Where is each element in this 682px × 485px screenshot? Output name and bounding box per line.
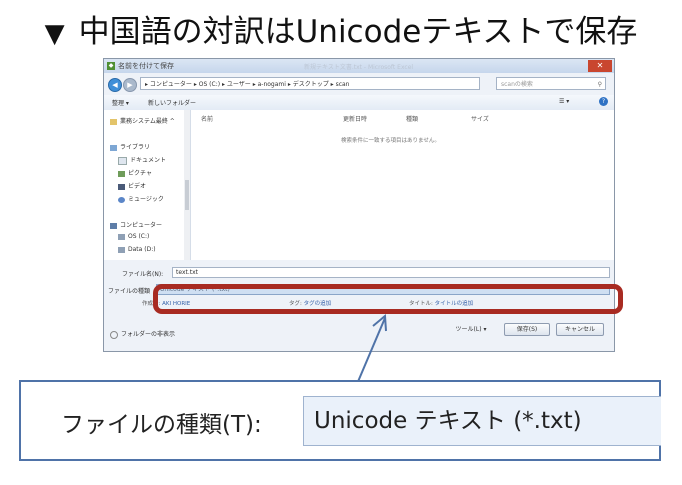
folder-icon xyxy=(110,118,117,125)
search-input[interactable]: scanの検索 ⚲ xyxy=(496,77,606,90)
nav-item-music[interactable]: ミュージック xyxy=(118,194,164,203)
address-bar-row: ◀ ▶ ▸ コンピューター ▸ OS (C:) ▸ ユーザー ▸ a-nogam… xyxy=(104,73,614,95)
address-input[interactable]: ▸ コンピューター ▸ OS (C:) ▸ ユーザー ▸ a-nogami ▸ … xyxy=(140,77,480,90)
filetype-label: ファイルの種類 xyxy=(108,288,151,295)
video-icon xyxy=(118,183,125,190)
nav-item-drive-c[interactable]: OS (C:) xyxy=(118,233,149,240)
zoom-filetype-label: ファイルの種類(T): xyxy=(61,412,262,438)
empty-message: 検索条件に一致する項目はありません。 xyxy=(341,138,440,144)
column-header-name[interactable]: 名前 xyxy=(201,114,213,123)
dialog-title: 名前を付けて保存 xyxy=(118,62,174,70)
back-button[interactable]: ◀ xyxy=(108,78,122,92)
highlight-frame xyxy=(153,284,623,314)
nav-scrollbar[interactable] xyxy=(184,110,190,260)
nav-item-library[interactable]: ライブラリ xyxy=(110,142,150,151)
forward-arrow-icon: ▶ xyxy=(127,81,133,89)
title-bar[interactable]: ◆ 名前を付けて保存 新規テキスト文書.txt - Microsoft Exce… xyxy=(104,59,614,73)
file-list: 名前 更新日時 種類 サイズ 検索条件に一致する項目はありません。 xyxy=(191,110,614,260)
hide-folders-toggle[interactable]: フォルダーの非表示 xyxy=(110,329,175,339)
help-icon[interactable]: ? xyxy=(599,97,608,106)
heading-text: 中国語の対訳はUnicodeテキストで保存 xyxy=(78,14,638,50)
close-icon: ✕ xyxy=(596,61,604,70)
scrollbar-thumb[interactable] xyxy=(185,180,189,210)
zoomed-filetype-box: ファイルの種類(T): Unicode テキスト (*.txt) xyxy=(19,380,661,461)
app-icon: ◆ xyxy=(107,62,115,70)
drive-icon xyxy=(118,233,125,240)
search-placeholder: scanの検索 xyxy=(501,81,533,88)
computer-icon xyxy=(110,222,117,229)
column-header-modified[interactable]: 更新日時 xyxy=(343,114,367,123)
nav-item-computer[interactable]: コンピューター xyxy=(110,220,162,229)
triangle-down-icon: ▼ xyxy=(44,19,65,49)
music-icon xyxy=(118,196,125,203)
nav-item-video[interactable]: ビデオ xyxy=(118,181,146,190)
new-folder-button[interactable]: 新しいフォルダー xyxy=(148,98,196,107)
forward-button[interactable]: ▶ xyxy=(123,78,137,92)
back-arrow-icon: ◀ xyxy=(112,81,118,89)
pictures-icon xyxy=(118,170,125,177)
nav-item-work[interactable]: 業務システム最終 ^ xyxy=(110,116,175,125)
search-icon: ⚲ xyxy=(597,81,602,88)
cancel-button[interactable]: キャンセル xyxy=(556,323,604,336)
filename-input[interactable]: text.txt xyxy=(172,267,610,278)
close-button[interactable]: ✕ xyxy=(588,60,612,72)
view-options-icon[interactable]: ☰ ▾ xyxy=(559,98,569,105)
navigation-pane: 業務システム最終 ^ ライブラリ ドキュメント ピクチャ ビデオ ミュージック … xyxy=(104,110,191,260)
toolbar: 整理 ▾ 新しいフォルダー ☰ ▾ ? xyxy=(104,95,614,111)
filename-label: ファイル名(N): xyxy=(122,271,164,278)
nav-item-documents[interactable]: ドキュメント xyxy=(118,155,166,165)
zoom-filetype-field[interactable]: Unicode テキスト (*.txt) xyxy=(303,396,661,446)
column-header-type[interactable]: 種類 xyxy=(406,114,418,123)
library-icon xyxy=(110,144,117,151)
drive-icon xyxy=(118,246,125,253)
slide-heading: ▼ 中国語の対訳はUnicodeテキストで保存 xyxy=(0,10,682,56)
documents-icon xyxy=(118,156,127,165)
tools-button[interactable]: ツール(L) ▾ xyxy=(442,323,500,336)
column-header-size[interactable]: サイズ xyxy=(471,114,489,123)
window-title-blurred: 新規テキスト文書.txt - Microsoft Excel xyxy=(304,64,414,71)
nav-item-pictures[interactable]: ピクチャ xyxy=(118,168,152,177)
organize-menu[interactable]: 整理 ▾ xyxy=(112,98,129,107)
nav-item-drive-d[interactable]: Data (D:) xyxy=(118,246,156,253)
save-button[interactable]: 保存(S) xyxy=(504,323,550,336)
collapse-icon xyxy=(110,330,118,339)
